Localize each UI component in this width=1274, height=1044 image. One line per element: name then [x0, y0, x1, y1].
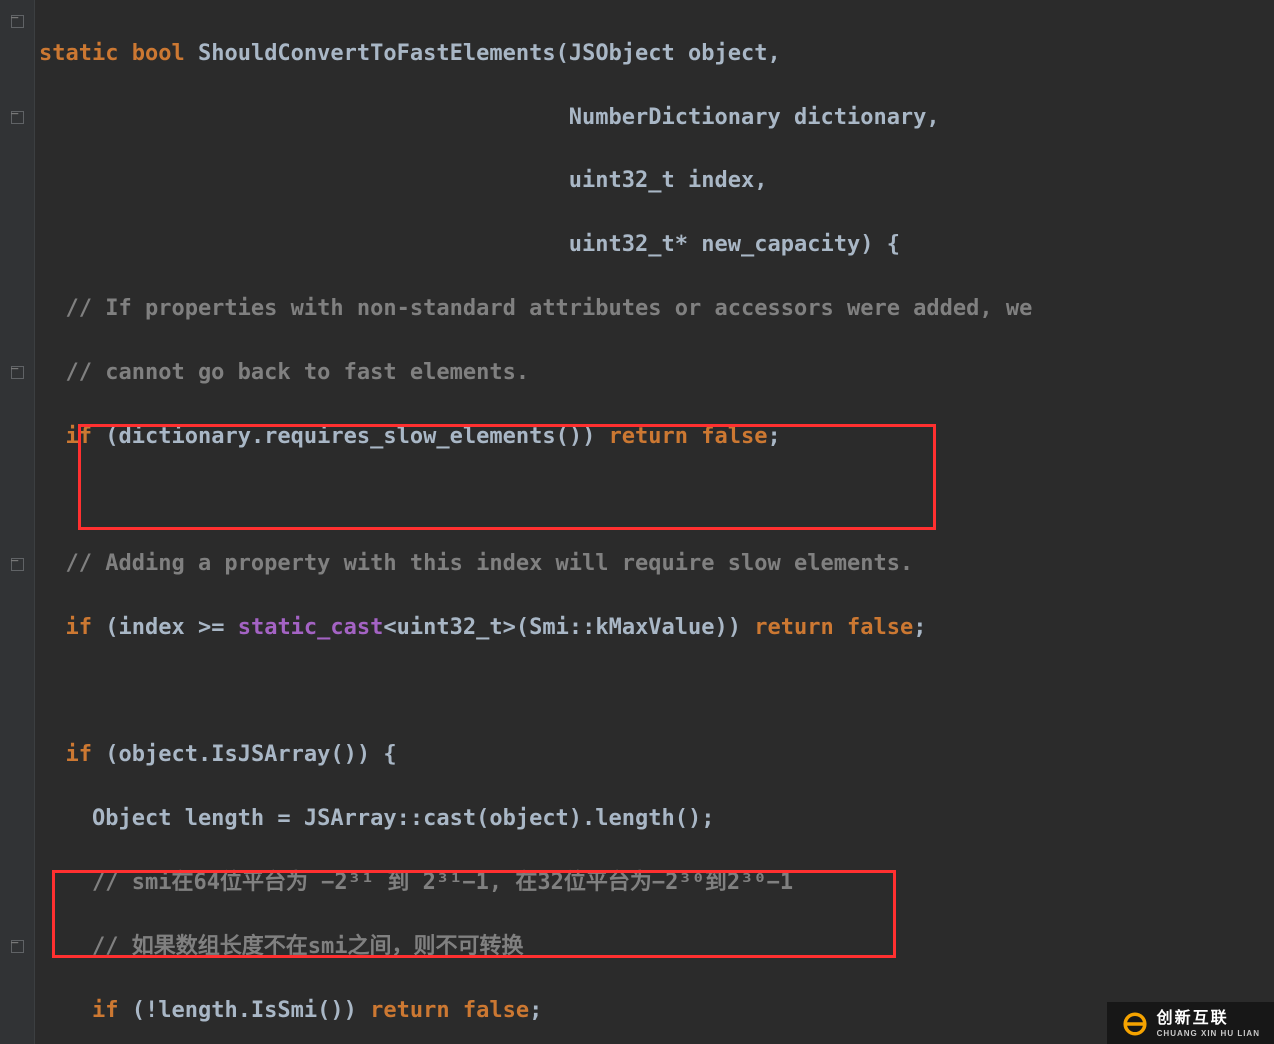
watermark-logo-icon [1121, 1010, 1149, 1038]
code-area[interactable]: static bool ShouldConvertToFastElements(… [35, 0, 1032, 1044]
code-line: // smi在64位平台为 −2³¹ 到 2³¹−1, 在32位平台为−2³⁰到… [39, 867, 1032, 899]
fold-icon[interactable] [11, 558, 24, 571]
code-line: if (dictionary.requires_slow_elements())… [39, 421, 1032, 453]
watermark: 创新互联 CHUANG XIN HU LIAN [1107, 1002, 1274, 1044]
code-line: NumberDictionary dictionary, [39, 102, 1032, 134]
code-line: uint32_t* new_capacity) { [39, 229, 1032, 261]
code-editor[interactable]: static bool ShouldConvertToFastElements(… [0, 0, 1274, 1044]
fold-icon[interactable] [11, 940, 24, 953]
code-line [39, 484, 1032, 516]
code-line: if (object.IsJSArray()) { [39, 739, 1032, 771]
watermark-text-en: CHUANG XIN HU LIAN [1157, 1030, 1260, 1038]
code-line: Object length = JSArray::cast(object).le… [39, 803, 1032, 835]
code-line: uint32_t index, [39, 165, 1032, 197]
code-line: // cannot go back to fast elements. [39, 357, 1032, 389]
code-line: if (index >= static_cast<uint32_t>(Smi::… [39, 612, 1032, 644]
code-line: // If properties with non-standard attri… [39, 293, 1032, 325]
code-line: if (!length.IsSmi()) return false; [39, 995, 1032, 1027]
watermark-text-zh: 创新互联 [1157, 1011, 1260, 1027]
editor-gutter [0, 0, 35, 1044]
fold-icon[interactable] [11, 111, 24, 124]
code-line [39, 676, 1032, 708]
code-line: // 如果数组长度不在smi之间，则不可转换 [39, 931, 1032, 963]
code-line: // Adding a property with this index wil… [39, 548, 1032, 580]
code-line: static bool ShouldConvertToFastElements(… [39, 38, 1032, 70]
fold-icon[interactable] [11, 15, 24, 28]
fold-icon[interactable] [11, 366, 24, 379]
